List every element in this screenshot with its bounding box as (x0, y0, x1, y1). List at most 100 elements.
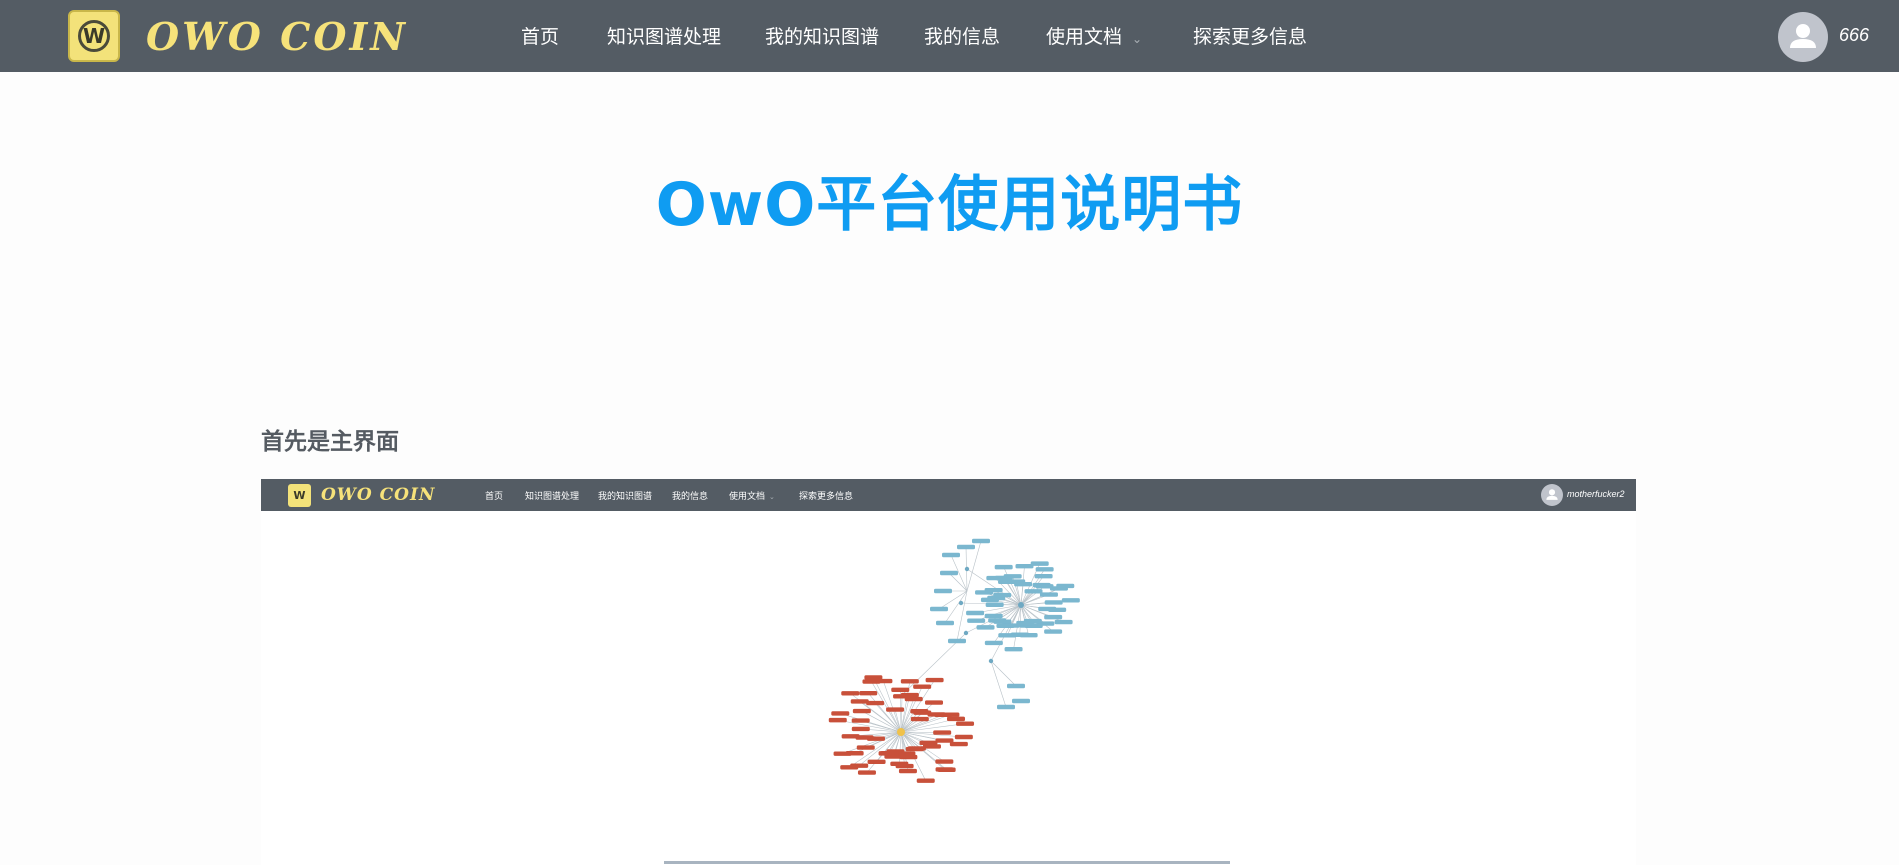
graph-node-label (976, 625, 995, 630)
graph-node-label (930, 606, 948, 612)
graph-node-label (856, 745, 875, 750)
graph-center-node (897, 728, 905, 736)
graph-node-label (934, 588, 952, 594)
graph-node-label (1030, 561, 1049, 566)
chevron-down-icon: ⌄ (769, 493, 775, 501)
logo-icon[interactable]: W (68, 10, 120, 62)
graph-node-label (947, 716, 966, 722)
graph-edge (990, 660, 1017, 687)
graph-node-label (850, 699, 869, 704)
graph-node-label (900, 679, 919, 684)
graph-node-label (852, 708, 871, 714)
graph-node-label (1007, 683, 1025, 689)
nav-item-my-kg[interactable]: 我的知识图谱 (765, 22, 879, 49)
graph-hub-node (958, 600, 964, 606)
graph-node-label (972, 538, 990, 544)
graph-node-label (1061, 598, 1080, 603)
screenshot-navbar: W OWO COIN 首页 知识图谱处理 我的知识图谱 我的信息 使用文档 ⌄ 探… (261, 479, 1636, 511)
graph-node-label (851, 718, 870, 723)
graph-node-label (997, 704, 1015, 710)
graph-node-label (948, 638, 966, 644)
graph-node-label (1014, 582, 1033, 587)
graph-node-label (859, 691, 878, 696)
graph-node-label (996, 623, 1015, 628)
graph-node-label (874, 678, 893, 684)
main-interface-screenshot: W OWO COIN 首页 知识图谱处理 我的知识图谱 我的信息 使用文档 ⌄ 探… (261, 479, 1636, 865)
user-name[interactable]: 666 (1839, 25, 1869, 46)
graph-node-label (940, 570, 958, 576)
logo-text[interactable]: OWO COIN (146, 14, 408, 59)
graph-node-label (916, 778, 935, 783)
graph-node-label (935, 767, 954, 772)
graph-node-label (1003, 574, 1022, 579)
nav-item-my-info[interactable]: 我的信息 (924, 22, 1000, 49)
graph-node-label (878, 751, 897, 756)
graph-node-label (984, 613, 1003, 619)
screenshot-nav-home: 首页 (485, 492, 504, 502)
screenshot-nav-my-info: 我的信息 (672, 492, 709, 502)
graph-node-label (925, 677, 944, 683)
graph-node-label (905, 746, 924, 752)
graph-node-label (966, 610, 985, 616)
graph-node-label (904, 696, 923, 702)
graph-node-label (941, 712, 960, 717)
nav-item-docs-label: 使用文档 (1046, 26, 1123, 48)
nav-item-kg-processing[interactable]: 知识图谱处理 (607, 22, 721, 49)
graph-node-label (988, 618, 1007, 623)
graph-node-label (993, 592, 1012, 598)
graph-node-label (994, 564, 1013, 570)
graph-nodes (828, 538, 1080, 783)
screenshot-logo-text: OWO COIN (321, 485, 436, 505)
logo-badge-letter: W (78, 20, 110, 52)
screenshot-nav-kg-processing: 知识图谱处理 (525, 492, 580, 502)
graph-node-label (936, 620, 954, 626)
graph-node-label (935, 759, 954, 764)
graph-node-label (910, 716, 929, 722)
graph-node-label (1039, 592, 1058, 597)
graph-node-label (956, 721, 975, 726)
graph-node-label (1012, 698, 1030, 704)
user-avatar-icon[interactable] (1778, 12, 1828, 62)
graph-node-label (1004, 647, 1023, 652)
graph-node-label (898, 768, 917, 774)
graph-node-label (1056, 583, 1075, 589)
graph-node-label (913, 684, 932, 689)
graph-node-label (890, 761, 909, 767)
graph-node-label (985, 602, 1004, 607)
graph-edge (938, 590, 968, 610)
screenshot-user-avatar-icon (1541, 484, 1563, 506)
nav-item-home[interactable]: 首页 (521, 22, 559, 49)
section-heading: 首先是主界面 (261, 429, 399, 455)
graph-node-label (851, 726, 870, 732)
screenshot-nav-explore: 探索更多信息 (799, 492, 854, 502)
graph-node-label (840, 765, 859, 770)
section-divider (664, 861, 1230, 864)
graph-node-label (831, 711, 850, 716)
chevron-down-icon: ⌄ (1132, 32, 1143, 46)
graph-node-label (841, 734, 860, 739)
graph-node-label (1038, 606, 1057, 612)
graph-node-label (841, 691, 860, 696)
graph-node-label (1044, 614, 1063, 620)
graph-node-label (919, 740, 938, 745)
graph-node-label (957, 544, 975, 550)
graph-node-label (933, 730, 952, 735)
graph-hub-node (988, 658, 994, 664)
screenshot-logo-icon: W (288, 484, 311, 507)
graph-node-label (1044, 600, 1063, 605)
graph-node-label (886, 707, 905, 712)
graph-edge (948, 572, 968, 592)
screenshot-nav-my-kg: 我的知识图谱 (598, 492, 653, 502)
graph-node-label (891, 687, 910, 693)
graph-node-label (1035, 567, 1054, 572)
nav-item-docs[interactable]: 使用文档 ⌄ (1046, 22, 1142, 49)
graph-node-label (925, 700, 944, 705)
screenshot-nav-docs: 使用文档 ⌄ (729, 489, 775, 502)
graph-hub-node (964, 566, 970, 572)
screenshot-user-name: motherfucker2 (1567, 489, 1625, 499)
graph-hub-node (963, 630, 969, 636)
graph-edge (990, 660, 1007, 708)
page-title: OwO平台使用说明书 (655, 170, 1244, 240)
top-navbar: W OWO COIN 首页 知识图谱处理 我的知识图谱 我的信息 使用文档 ⌄ 探… (0, 0, 1899, 72)
nav-item-explore[interactable]: 探索更多信息 (1193, 22, 1307, 49)
